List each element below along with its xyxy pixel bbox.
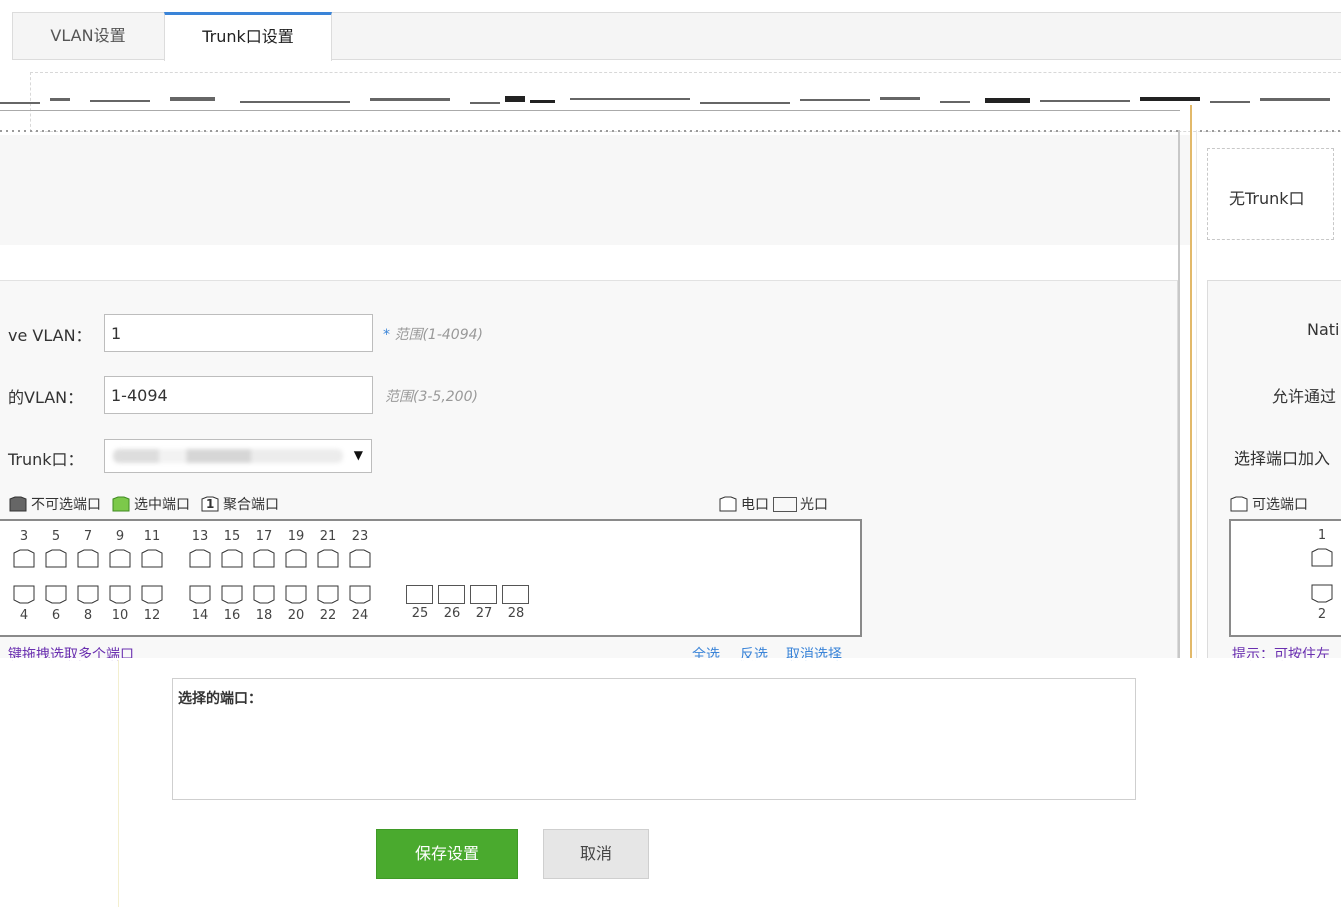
native-vlan-input[interactable]: 1 (104, 314, 373, 352)
drag-hint-link-right[interactable]: 提示：可按住左 (1232, 644, 1330, 664)
unselectable-port-icon (9, 496, 27, 512)
port-24-icon[interactable] (348, 585, 372, 604)
trunk-list-box: 无Trunk口 (1207, 148, 1334, 240)
port-number: 27 (475, 606, 493, 621)
native-vlan-hint: * 范围(1-4094) (383, 327, 483, 343)
port-number: 10 (111, 608, 129, 623)
port-5-icon[interactable] (44, 549, 68, 568)
port-17-icon[interactable] (252, 549, 276, 568)
electric-port-icon (719, 496, 737, 512)
port-number: 25 (411, 606, 429, 621)
legend-right: 可选端口 (1229, 494, 1308, 514)
tab-vlan-settings[interactable]: VLAN设置 (12, 12, 164, 60)
fiber-port-27[interactable] (470, 585, 497, 604)
port-number: 22 (319, 608, 337, 623)
allowed-vlan-label: 的VLAN： (8, 388, 84, 407)
port-number: 3 (19, 529, 29, 544)
port-number: 21 (319, 529, 337, 544)
port-21-icon[interactable] (316, 549, 340, 568)
port-number: 11 (143, 529, 161, 544)
aggregate-port-icon: 1 (200, 496, 220, 512)
port-11-icon[interactable] (140, 549, 164, 568)
port-20-icon[interactable] (284, 585, 308, 604)
port-number: 28 (507, 606, 525, 621)
port-7-icon[interactable] (76, 549, 100, 568)
port-number: 4 (19, 608, 29, 623)
port-number: 16 (223, 608, 241, 623)
select-port-label-right: 选择端口加入 (1234, 449, 1331, 468)
port-3-icon[interactable] (12, 549, 36, 568)
drag-select-hint: 键拖拽选取多个端口 (8, 647, 134, 663)
fiber-port-26[interactable] (438, 585, 465, 604)
port-number: 17 (255, 529, 273, 544)
port-12-icon[interactable] (140, 585, 164, 604)
port-legend: 不可选端口 选中端口 1 聚合端口 (8, 494, 279, 514)
dotted-divider (0, 130, 1341, 132)
fiber-port-25[interactable] (406, 585, 433, 604)
selected-port-icon (112, 496, 130, 512)
port-number: 24 (351, 608, 369, 623)
trunk-list-area (0, 135, 1190, 245)
port-number: 5 (51, 529, 61, 544)
port-13-icon[interactable] (188, 549, 212, 568)
port-8-icon[interactable] (76, 585, 100, 604)
port-number: 7 (83, 529, 93, 544)
native-vlan-label: ve VLAN： (8, 326, 92, 345)
port-15-icon[interactable] (220, 549, 244, 568)
divider (1190, 105, 1192, 660)
port-number: 14 (191, 608, 209, 623)
port-number: 20 (287, 608, 305, 623)
native-vlan-label-right: Nati (1307, 320, 1340, 339)
invert-select-link[interactable]: 反选 (740, 644, 768, 664)
cancel-button[interactable]: 取消 (543, 829, 649, 879)
no-trunk-text: 无Trunk口 (1229, 189, 1305, 208)
dropdown-arrow-icon: ▼ (353, 448, 363, 462)
port-type-legend: 电口 光口 (718, 494, 828, 514)
port-number: 26 (443, 606, 461, 621)
port-22-icon[interactable] (316, 585, 340, 604)
port-14-icon[interactable] (188, 585, 212, 604)
port-4-icon[interactable] (12, 585, 36, 604)
port-icon (1230, 496, 1248, 512)
port-number: 12 (143, 608, 161, 623)
divider (118, 660, 119, 907)
port-icon[interactable] (1310, 548, 1334, 567)
port-23-icon[interactable] (348, 549, 372, 568)
optical-port-icon (773, 496, 797, 512)
allowed-vlan-input[interactable]: 1-4094 (104, 376, 373, 414)
trunk-select[interactable]: ▼ (104, 439, 372, 473)
divider (1196, 130, 1197, 660)
divider (1178, 130, 1180, 660)
port-19-icon[interactable] (284, 549, 308, 568)
cancel-select-link[interactable]: 取消选择 (786, 644, 842, 664)
port-number: 6 (51, 608, 61, 623)
selected-ports-title: 选择的端口： (178, 691, 262, 707)
fiber-port-28[interactable] (502, 585, 529, 604)
save-button[interactable]: 保存设置 (376, 829, 518, 879)
port-number: 15 (223, 529, 241, 544)
port-16-icon[interactable] (220, 585, 244, 604)
port-18-icon[interactable] (252, 585, 276, 604)
port-number: 19 (287, 529, 305, 544)
selected-ports-box: 选择的端口： (172, 678, 1136, 800)
allowed-vlan-hint: 范围(3-5,200) (385, 389, 478, 405)
port-6-icon[interactable] (44, 585, 68, 604)
port-number: 23 (351, 529, 369, 544)
select-all-link[interactable]: 全选 (692, 644, 720, 664)
notice-garbled-text (0, 96, 1330, 111)
port-9-icon[interactable] (108, 549, 132, 568)
trunk-port-label: Trunk口： (8, 450, 84, 469)
port-10-icon[interactable] (108, 585, 132, 604)
allowed-vlan-label-right: 允许通过 (1272, 387, 1337, 406)
port-number: 9 (115, 529, 125, 544)
tab-trunk-settings[interactable]: Trunk口设置 (164, 12, 332, 61)
port-number: 13 (191, 529, 209, 544)
port-number: 18 (255, 608, 273, 623)
port-number: 8 (83, 608, 93, 623)
port-icon[interactable] (1310, 584, 1334, 603)
